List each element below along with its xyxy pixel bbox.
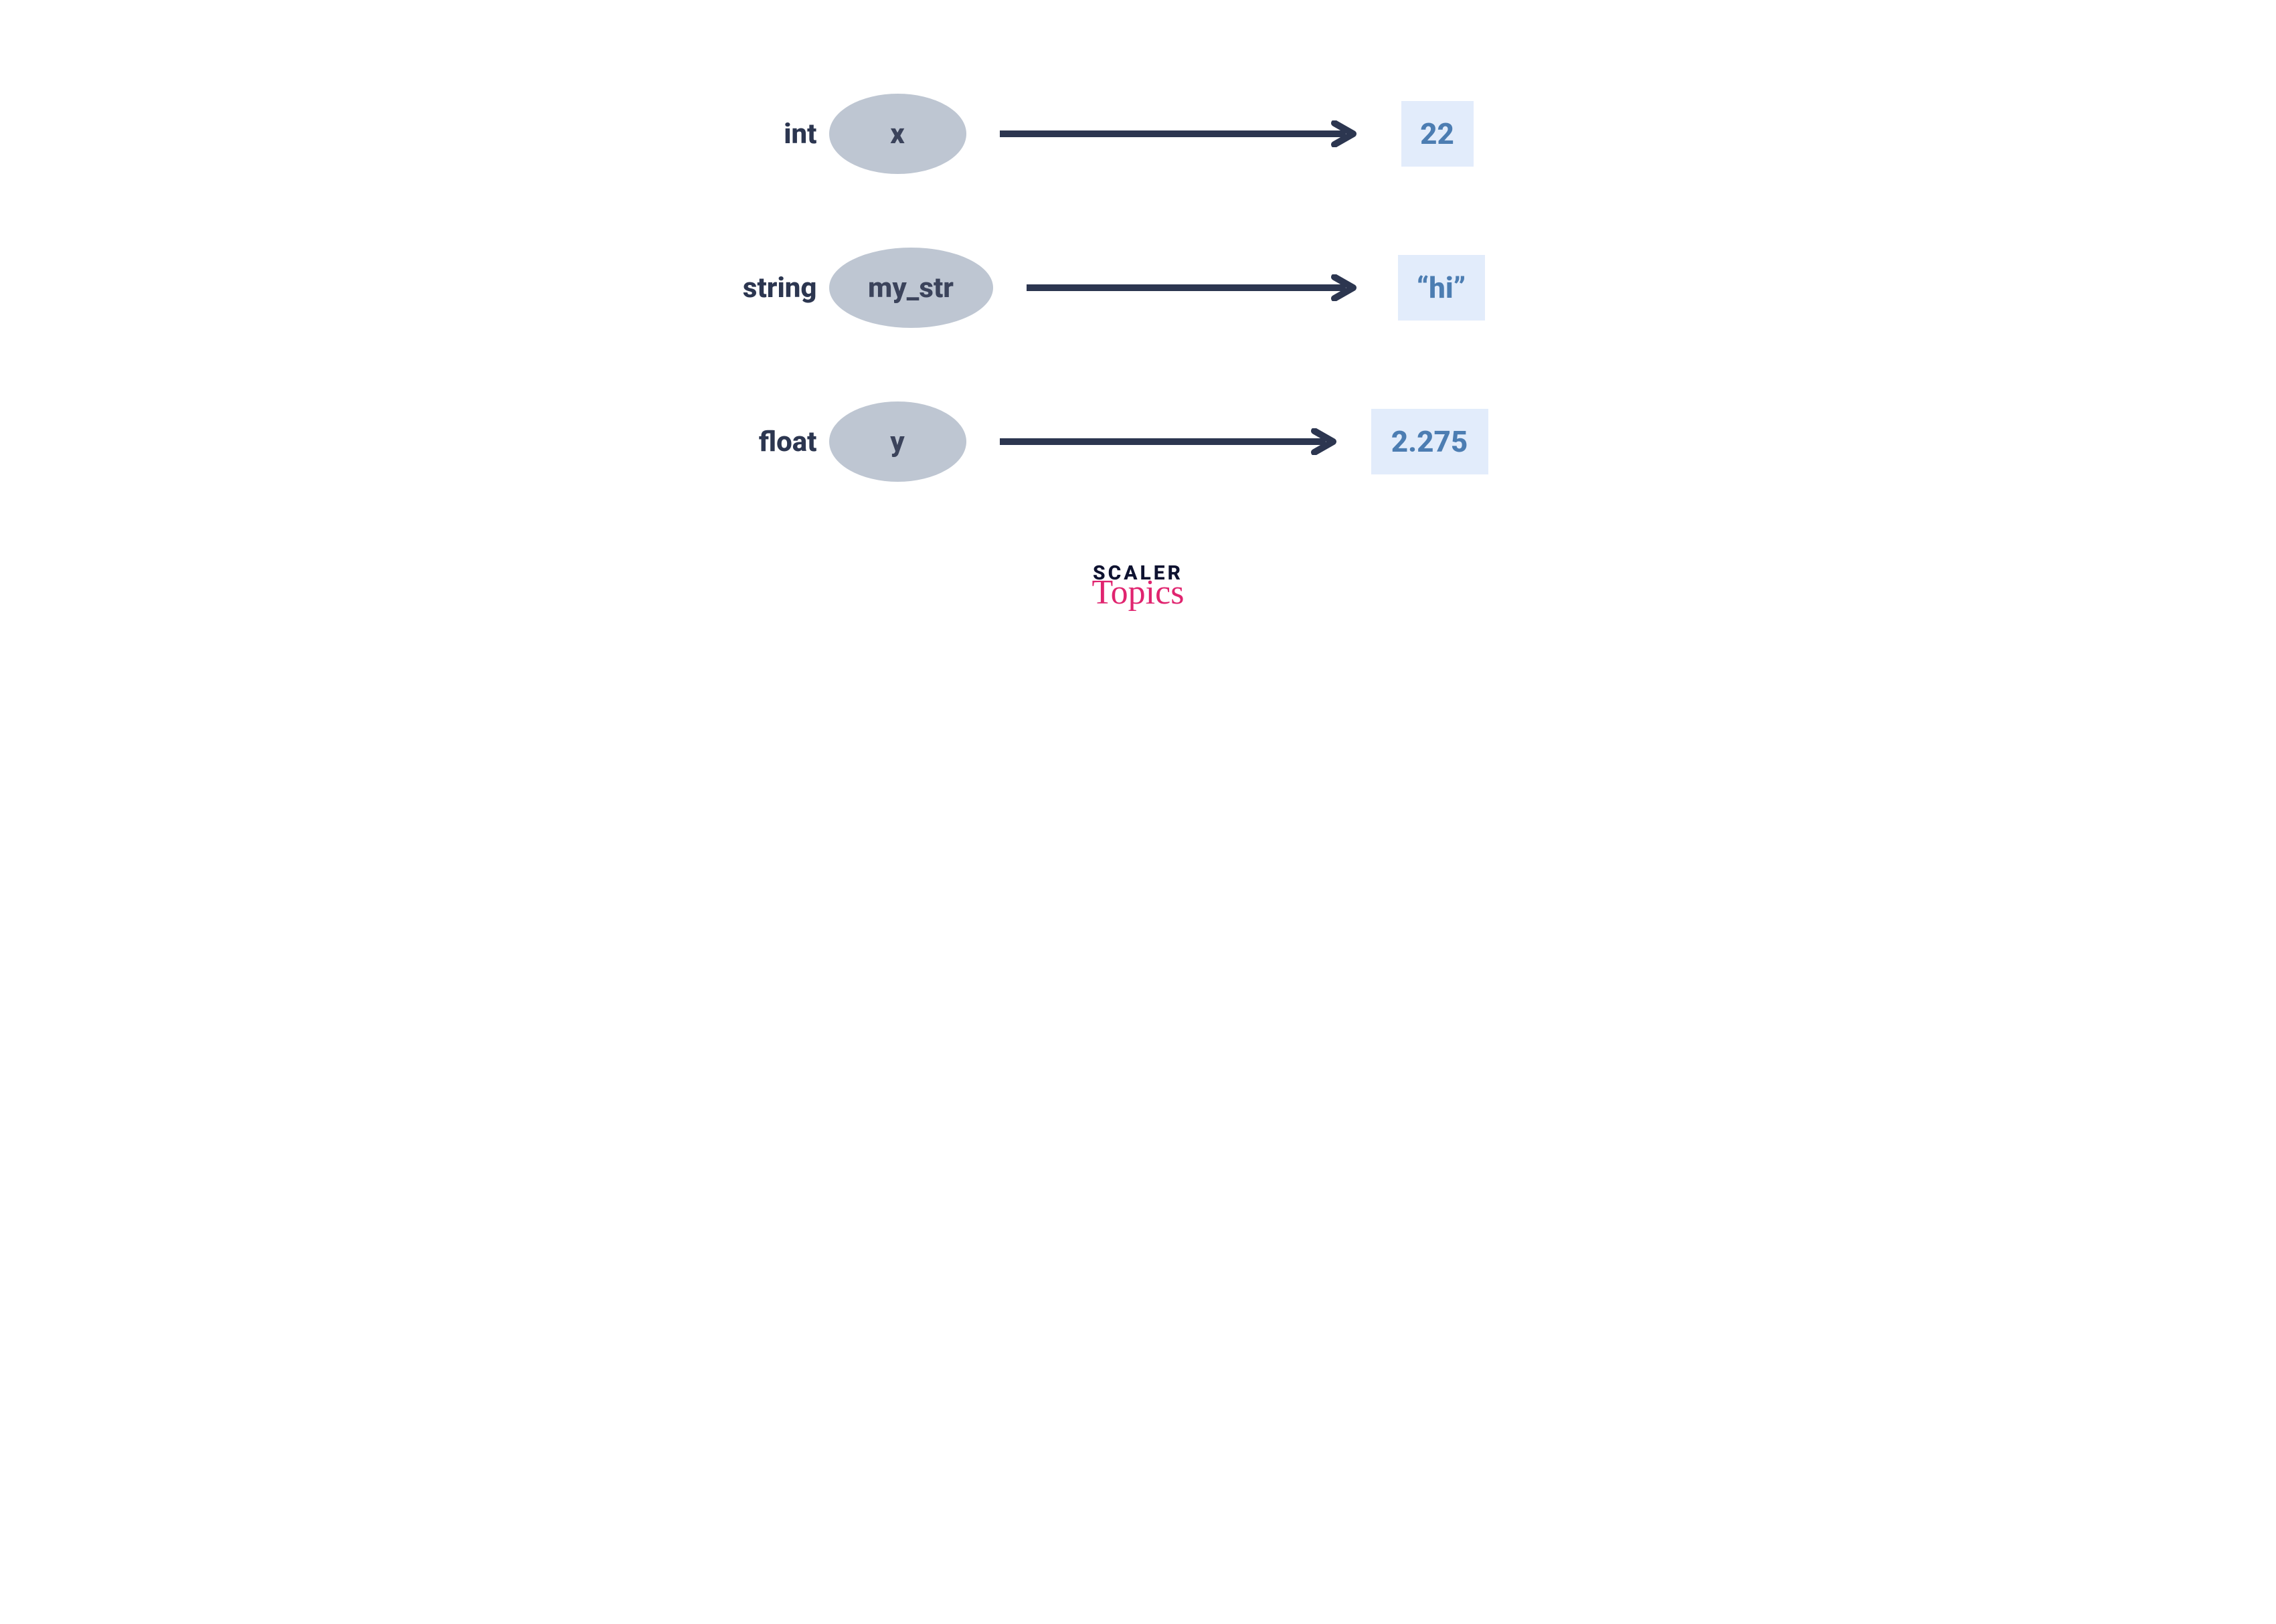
- value-text: 2.275: [1391, 424, 1468, 459]
- variable-ellipse: x: [829, 94, 966, 174]
- variable-name: my_str: [868, 272, 954, 304]
- logo-line2: Topics: [1092, 582, 1185, 603]
- variable-name: x: [890, 118, 905, 151]
- type-label: int: [683, 118, 817, 151]
- diagram-canvas: int x 22 string my_str “hi” fl: [683, 0, 1593, 649]
- arrow-icon: [1000, 428, 1341, 455]
- value-text: “hi”: [1417, 270, 1466, 305]
- type-label: float: [683, 426, 817, 458]
- diagram-row: string my_str “hi”: [683, 248, 1593, 328]
- value-box: 2.275: [1371, 409, 1488, 474]
- type-label: string: [683, 272, 817, 304]
- diagram-row: int x 22: [683, 94, 1593, 174]
- diagram-row: float y 2.275: [683, 401, 1593, 482]
- variable-name: y: [890, 426, 904, 458]
- variable-ellipse: my_str: [829, 248, 993, 328]
- arrow-icon: [1000, 120, 1361, 147]
- value-box: 22: [1401, 101, 1474, 167]
- value-box: “hi”: [1398, 255, 1485, 321]
- arrow-icon: [1027, 274, 1361, 301]
- value-text: 22: [1420, 116, 1454, 151]
- logo: SCALER Topics: [1092, 563, 1185, 603]
- variable-ellipse: y: [829, 401, 966, 482]
